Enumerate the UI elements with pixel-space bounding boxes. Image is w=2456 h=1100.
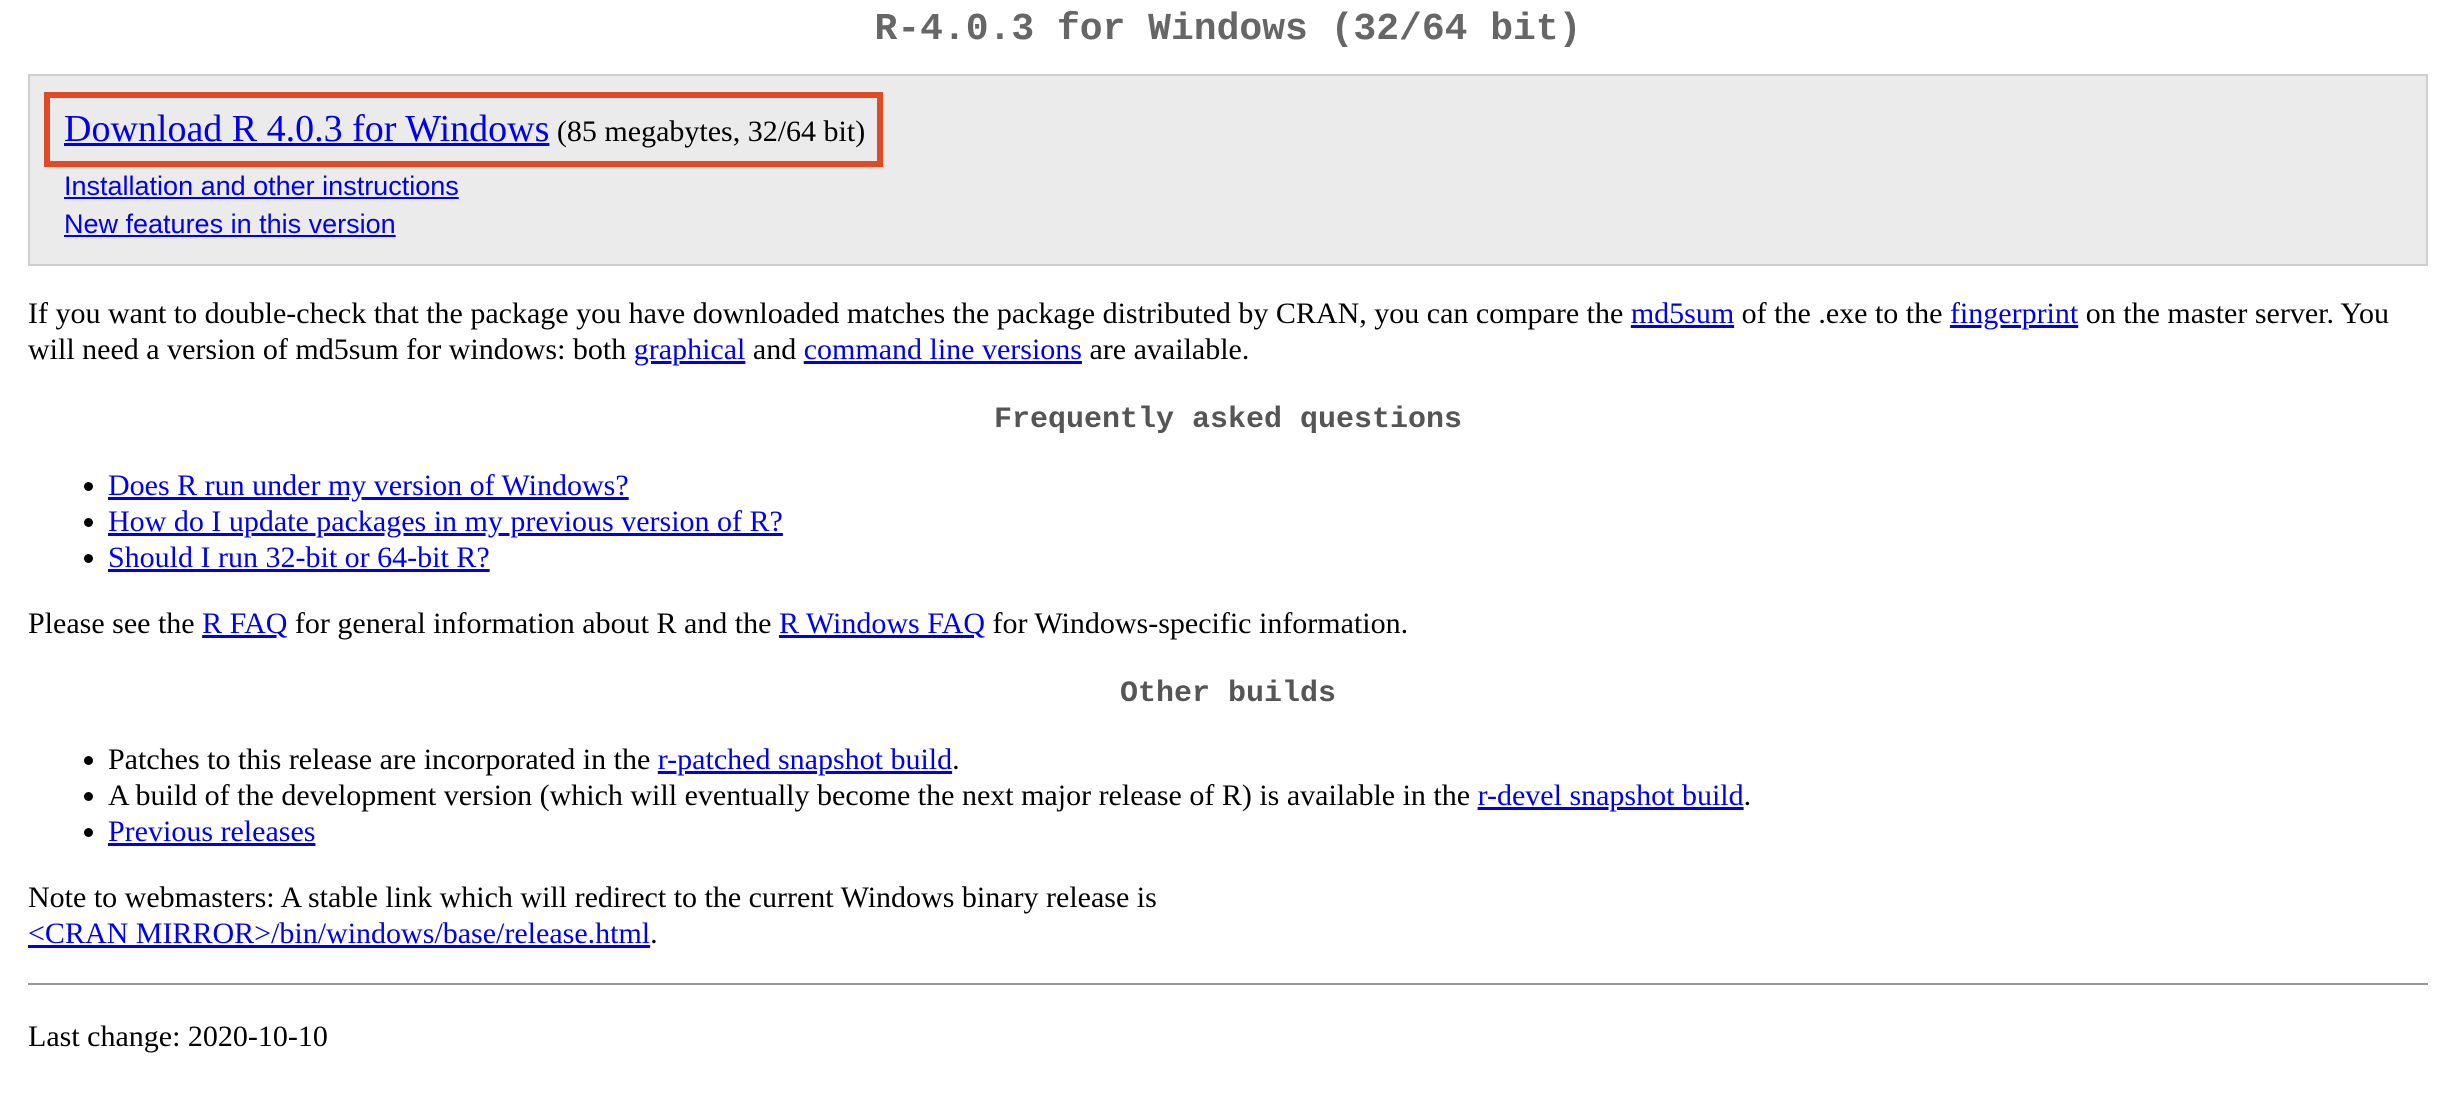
r-windows-faq-link[interactable]: R Windows FAQ xyxy=(779,607,985,640)
faq-para-text-2: for general information about R and the xyxy=(287,607,779,640)
faq-update-packages-link[interactable]: How do I update packages in my previous … xyxy=(108,505,783,538)
graphical-link[interactable]: graphical xyxy=(634,333,746,366)
md5-text-4: and xyxy=(745,333,804,366)
patched-text: Patches to this release are incorporated… xyxy=(108,743,658,776)
faq-heading: Frequently asked questions xyxy=(993,403,1463,437)
list-item: Previous releases xyxy=(108,814,2428,850)
md5-text-1: If you want to double-check that the pac… xyxy=(28,297,1631,330)
list-item: Patches to this release are incorporated… xyxy=(108,742,2428,778)
divider xyxy=(28,983,2428,985)
note-text: Note to webmasters: A stable link which … xyxy=(28,881,1157,914)
md5sum-link[interactable]: md5sum xyxy=(1631,297,1734,330)
r-patched-snapshot-link[interactable]: r-patched snapshot build xyxy=(658,743,952,776)
release-html-link[interactable]: <CRAN MIRROR>/bin/windows/base/release.h… xyxy=(28,917,650,950)
patched-end: . xyxy=(952,743,960,776)
other-builds-list: Patches to this release are incorporated… xyxy=(28,742,2428,850)
md5-paragraph: If you want to double-check that the pac… xyxy=(28,296,2428,368)
devel-text: A build of the development version (whic… xyxy=(108,779,1478,812)
devel-end: . xyxy=(1743,779,1752,812)
new-features-link[interactable]: New features in this version xyxy=(64,205,396,243)
r-devel-snapshot-link[interactable]: r-devel snapshot build xyxy=(1478,779,1744,812)
download-sub-links: Installation and other instructions New … xyxy=(44,167,2408,243)
installation-instructions-link[interactable]: Installation and other instructions xyxy=(64,167,459,205)
download-size-text: (85 megabytes, 32/64 bit) xyxy=(556,115,866,148)
command-line-versions-link[interactable]: command line versions xyxy=(804,333,1082,366)
md5-text-2: of the .exe to the xyxy=(1734,297,1950,330)
list-item: Does R run under my version of Windows? xyxy=(108,468,2428,504)
r-faq-link[interactable]: R FAQ xyxy=(202,607,287,640)
md5-text-5: are available. xyxy=(1081,333,1250,366)
download-highlight: Download R 4.0.3 for Windows (85 megabyt… xyxy=(44,92,884,167)
fingerprint-link[interactable]: fingerprint xyxy=(1950,297,2078,330)
faq-windows-version-link[interactable]: Does R run under my version of Windows? xyxy=(108,469,629,502)
faq-para-text-1: Please see the xyxy=(28,607,203,640)
faq-32-64-bit-link[interactable]: Should I run 32-bit or 64-bit R? xyxy=(108,541,490,574)
download-r-link[interactable]: Download R 4.0.3 for Windows xyxy=(64,108,549,150)
list-item: How do I update packages in my previous … xyxy=(108,504,2428,540)
list-item: Should I run 32-bit or 64-bit R? xyxy=(108,540,2428,576)
page: R-4.0.3 for Windows (32/64 bit) Download… xyxy=(0,8,2456,1055)
page-title: R-4.0.3 for Windows (32/64 bit) xyxy=(874,8,1582,51)
last-change-text: Last change: 2020-10-10 xyxy=(28,1020,328,1053)
note-end: . xyxy=(650,917,658,950)
previous-releases-link[interactable]: Previous releases xyxy=(108,815,315,848)
other-builds-heading: Other builds xyxy=(1119,677,1337,711)
faq-para-text-3: for Windows-specific information. xyxy=(984,607,1409,640)
faq-paragraph: Please see the R FAQ for general informa… xyxy=(28,606,2428,642)
list-item: A build of the development version (whic… xyxy=(108,778,2428,814)
faq-list: Does R run under my version of Windows? … xyxy=(28,468,2428,576)
download-box: Download R 4.0.3 for Windows (85 megabyt… xyxy=(28,74,2428,266)
webmaster-note: Note to webmasters: A stable link which … xyxy=(28,880,2428,952)
